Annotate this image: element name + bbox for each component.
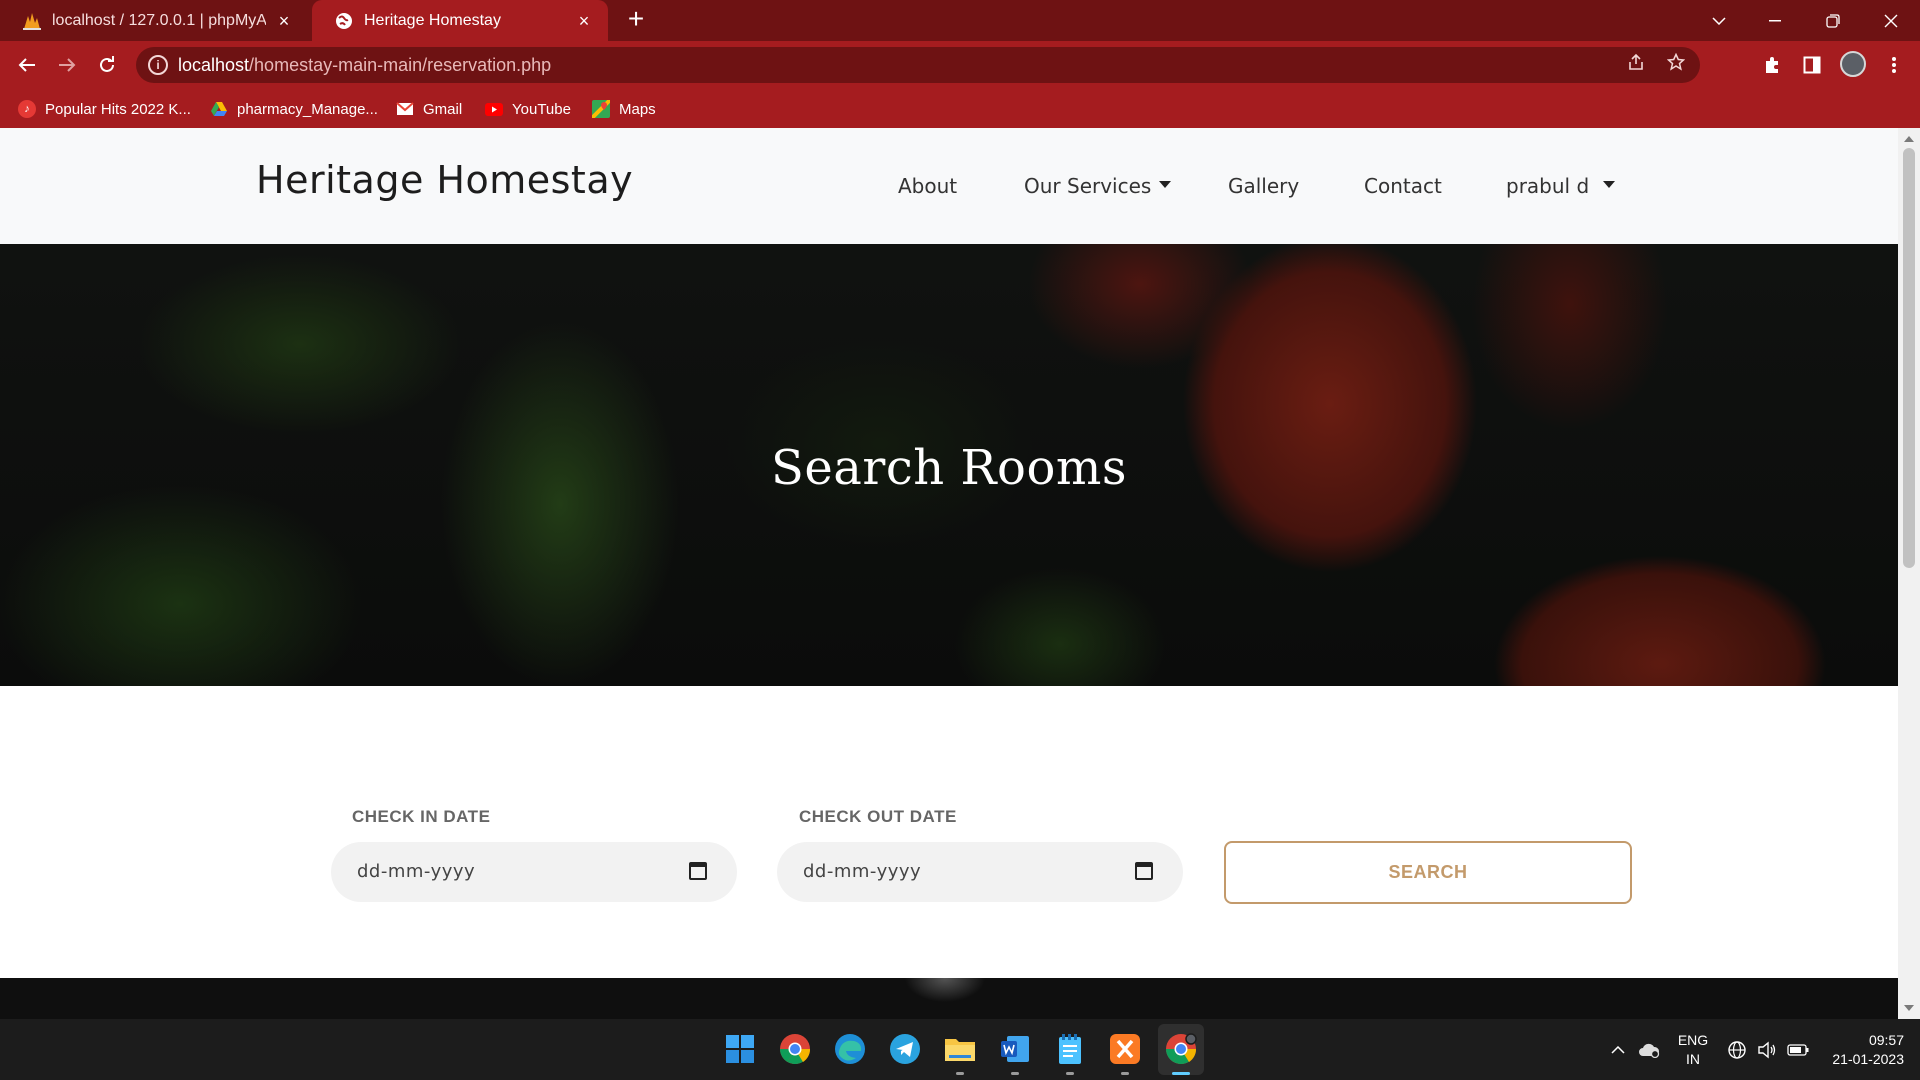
bookmark-gmail[interactable]: Gmail [396, 98, 462, 120]
footer-section [0, 978, 1898, 1019]
nav-gallery[interactable]: Gallery [1228, 174, 1299, 198]
language-region: IN [1686, 1051, 1700, 1067]
language-code: ENG [1677, 1032, 1709, 1048]
onedrive-cloud-icon[interactable] [1636, 1019, 1662, 1080]
close-tab-icon[interactable]: × [574, 11, 594, 31]
bookmark-star-icon[interactable] [1664, 52, 1688, 77]
new-tab-button[interactable]: + [622, 5, 650, 34]
browser-tab-strip: localhost / 127.0.0.1 | phpMyAdmin × Her… [0, 0, 1920, 41]
bookmarks-bar: ♪ Popular Hits 2022 K... pharmacy_Manage… [0, 89, 1920, 128]
checkout-label: CHECK OUT DATE [799, 807, 957, 826]
checkin-date-input[interactable]: dd-mm-yyyy [331, 842, 737, 902]
web-page: Heritage Homestay About Our Services Gal… [0, 128, 1898, 1019]
tab-title: localhost / 127.0.0.1 | phpMyAdmin [52, 11, 266, 29]
drive-icon [210, 100, 228, 118]
gmail-icon [396, 100, 414, 118]
clock-date: 21-01-2023 [1832, 1051, 1904, 1067]
calendar-icon[interactable] [689, 862, 707, 880]
site-navbar: Heritage Homestay About Our Services Gal… [0, 128, 1898, 244]
checkin-label: CHECK IN DATE [352, 807, 491, 826]
phpmyadmin-icon [22, 11, 42, 31]
close-window-button[interactable] [1862, 0, 1920, 41]
nav-about[interactable]: About [898, 174, 957, 198]
tab-phpmyadmin[interactable]: localhost / 127.0.0.1 | phpMyAdmin × [0, 0, 308, 41]
scrollbar-thumb[interactable] [1903, 148, 1915, 568]
user-name-label: prabul d [1506, 174, 1590, 198]
calendar-icon[interactable] [1135, 862, 1153, 880]
hero-banner: Search Rooms [0, 244, 1898, 686]
music-icon: ♪ [18, 100, 36, 118]
running-indicator [956, 1072, 964, 1075]
chrome-icon[interactable] [778, 1032, 812, 1066]
side-panel-icon[interactable] [1798, 51, 1826, 79]
nav-our-services-label: Our Services [1024, 174, 1152, 198]
extensions-puzzle-icon[interactable] [1758, 51, 1786, 79]
checkout-placeholder: dd-mm-yyyy [803, 861, 922, 882]
nav-contact[interactable]: Contact [1364, 174, 1442, 198]
browser-toolbar: i localhost/homestay-main-main/reservati… [0, 41, 1920, 89]
globe-icon [334, 11, 354, 31]
forward-button[interactable] [51, 49, 83, 81]
bookmark-label: pharmacy_Manage... [237, 100, 378, 118]
notepad-icon[interactable] [1053, 1032, 1087, 1066]
bookmark-label: Popular Hits 2022 K... [45, 100, 191, 118]
bookmark-label: YouTube [512, 100, 571, 118]
battery-icon[interactable] [1784, 1019, 1812, 1080]
active-indicator [1172, 1072, 1190, 1075]
minimize-button[interactable] [1746, 0, 1804, 41]
scroll-up-arrow-icon[interactable] [1904, 136, 1914, 142]
chrome-active-icon[interactable] [1164, 1032, 1198, 1066]
maps-icon [592, 100, 610, 118]
footer-background-image [900, 978, 990, 1019]
tab-title: Heritage Homestay [364, 11, 501, 29]
bookmark-pharmacy-manage[interactable]: pharmacy_Manage... [210, 98, 378, 120]
site-info-icon[interactable]: i [148, 55, 168, 75]
hero-title: Search Rooms [771, 440, 1127, 496]
page-scrollbar[interactable] [1898, 128, 1920, 1019]
bookmark-popular-hits[interactable]: ♪ Popular Hits 2022 K... [18, 98, 191, 120]
caret-down-icon [1159, 181, 1172, 188]
network-globe-icon[interactable] [1724, 1019, 1750, 1080]
reload-button[interactable] [91, 49, 123, 81]
restore-button[interactable] [1804, 0, 1862, 41]
running-indicator [1121, 1072, 1129, 1075]
profile-avatar[interactable] [1840, 51, 1866, 77]
clock-time: 09:57 [1868, 1032, 1904, 1048]
file-explorer-icon[interactable] [943, 1032, 977, 1066]
language-indicator[interactable]: ENG IN [1676, 1031, 1710, 1069]
menu-kebab-icon[interactable] [1880, 51, 1908, 79]
caret-down-icon [1603, 181, 1616, 188]
bookmark-label: Maps [619, 100, 656, 118]
scroll-down-arrow-icon[interactable] [1904, 1005, 1914, 1011]
site-brand[interactable]: Heritage Homestay [256, 158, 633, 202]
checkin-placeholder: dd-mm-yyyy [357, 861, 476, 882]
close-tab-icon[interactable]: × [274, 11, 294, 31]
volume-speaker-icon[interactable] [1754, 1019, 1780, 1080]
search-button[interactable]: SEARCH [1224, 841, 1632, 904]
bookmark-maps[interactable]: Maps [592, 98, 656, 120]
telegram-icon[interactable] [888, 1032, 922, 1066]
windows-start-icon[interactable] [723, 1032, 757, 1066]
running-indicator [1011, 1072, 1019, 1075]
system-clock[interactable]: 09:57 21-01-2023 [1820, 1031, 1904, 1069]
tab-heritage-homestay[interactable]: Heritage Homestay × [312, 0, 608, 41]
back-button[interactable] [11, 49, 43, 81]
youtube-icon [485, 100, 503, 118]
edge-icon[interactable] [833, 1032, 867, 1066]
word-icon[interactable] [998, 1032, 1032, 1066]
share-icon[interactable] [1624, 53, 1648, 77]
nav-user-menu[interactable]: prabul d [1506, 174, 1616, 198]
show-hidden-icons-chevron-icon[interactable] [1606, 1019, 1630, 1080]
tab-search-chevron-icon[interactable] [1690, 0, 1748, 41]
xampp-icon[interactable] [1108, 1032, 1142, 1066]
nav-our-services[interactable]: Our Services [1024, 174, 1172, 198]
bookmark-youtube[interactable]: YouTube [485, 98, 571, 120]
bookmark-label: Gmail [423, 100, 463, 118]
windows-taskbar: ENG IN 09:57 21-01-2023 [0, 1019, 1920, 1080]
url-text: localhost/homestay-main-main/reservation… [178, 55, 552, 75]
running-indicator [1066, 1072, 1074, 1075]
checkout-date-input[interactable]: dd-mm-yyyy [777, 842, 1183, 902]
address-bar[interactable]: i localhost/homestay-main-main/reservati… [136, 47, 1700, 83]
